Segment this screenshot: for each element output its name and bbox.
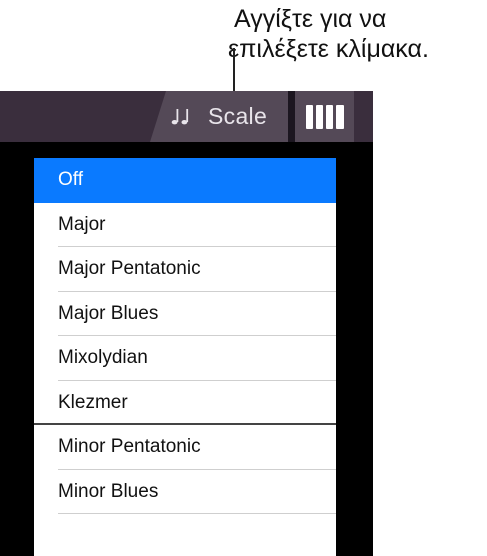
scale-option-mixolydian[interactable]: Mixolydian [34, 336, 336, 381]
keyboard-keys-icon [305, 104, 344, 129]
scale-option-partial[interactable] [34, 514, 336, 556]
app-frame: Scale Off Major Major Pentatonic Major B… [0, 91, 373, 556]
callout-leader-line [233, 48, 235, 96]
musical-notes-icon [170, 107, 190, 127]
scale-option-off[interactable]: Off [34, 158, 336, 203]
scale-option-major[interactable]: Major [34, 203, 336, 248]
callout-text-line-2: επιλέξετε κλίμακα. [228, 35, 429, 63]
callout: Αγγίξτε για να επιλέξετε κλίμακα. [0, 0, 487, 96]
scale-option-minor-pentatonic[interactable]: Minor Pentatonic [34, 425, 336, 470]
scale-option-major-pentatonic[interactable]: Major Pentatonic [34, 247, 336, 292]
scale-option-minor-blues[interactable]: Minor Blues [34, 470, 336, 515]
toolbar-divider [288, 91, 295, 142]
toolbar: Scale [0, 91, 373, 142]
keyboard-layout-button[interactable] [295, 91, 354, 142]
scale-button-label: Scale [208, 103, 268, 129]
scale-option-klezmer[interactable]: Klezmer [34, 381, 336, 426]
scale-menu: Off Major Major Pentatonic Major Blues M… [34, 158, 336, 556]
callout-text-line-1: Αγγίξτε για να [234, 5, 387, 33]
scale-option-major-blues[interactable]: Major Blues [34, 292, 336, 337]
callout-text: Αγγίξτε για να επιλέξετε κλίμακα. [228, 4, 486, 64]
scale-button[interactable]: Scale [150, 91, 288, 142]
